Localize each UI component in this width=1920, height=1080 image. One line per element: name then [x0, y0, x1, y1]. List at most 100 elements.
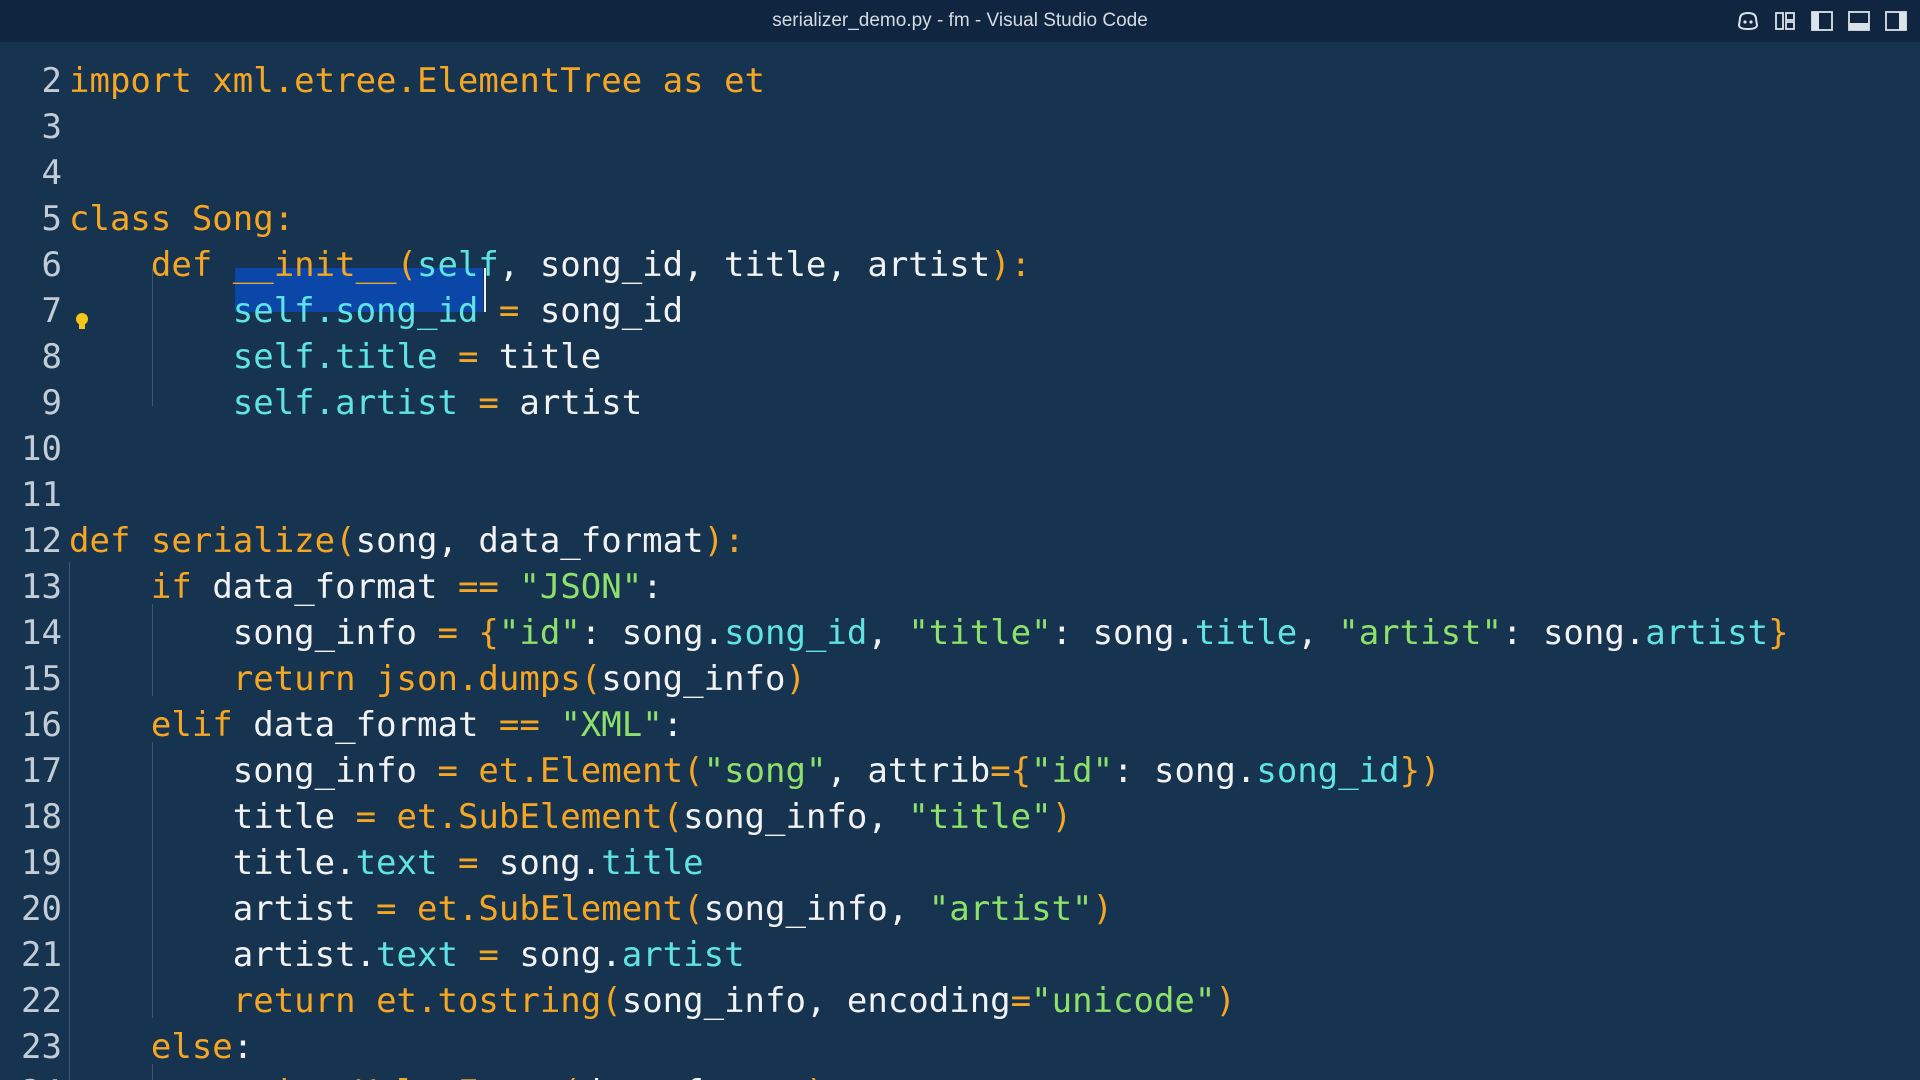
code-token: song_info	[601, 659, 786, 699]
code-token: text	[355, 843, 438, 883]
line-code: return json.dumps(song_info)	[69, 656, 806, 702]
code-line[interactable]: 10	[0, 426, 1900, 472]
code-line[interactable]: 19 title.text = song.title	[0, 840, 1900, 886]
line-code: self.artist = artist	[69, 380, 642, 426]
line-number: 6	[41, 245, 62, 285]
code-line[interactable]: 3	[0, 104, 1900, 150]
line-code: song_info = et.Element("song", attrib={"…	[69, 748, 1441, 794]
code-token: )	[1092, 889, 1114, 929]
code-token: title	[1194, 613, 1298, 653]
code-token: =	[478, 291, 540, 331]
copilot-icon[interactable]	[1736, 10, 1760, 32]
code-token: "id"	[498, 613, 581, 653]
code-token: (	[601, 981, 622, 1021]
code-token: if	[150, 567, 213, 607]
customize-layout-icon[interactable]	[1773, 10, 1797, 32]
line-code: artist = et.SubElement(song_info, "artis…	[69, 886, 1113, 932]
line-number: 23	[21, 1027, 62, 1067]
code-line[interactable]: 20 artist = et.SubElement(song_info, "ar…	[0, 886, 1900, 932]
code-token: et.tostring	[376, 981, 602, 1021]
line-code: import xml.etree.ElementTree as et	[69, 58, 765, 104]
toggle-primary-sidebar-icon[interactable]	[1810, 10, 1834, 32]
code-token: =	[437, 337, 499, 377]
code-token: song_id	[1256, 751, 1400, 791]
code-line[interactable]: 21 artist.text = song.artist	[0, 932, 1900, 978]
line-number: 8	[41, 337, 62, 377]
code-line[interactable]: 23 else:	[0, 1024, 1900, 1070]
code-line[interactable]: 17 song_info = et.Element("song", attrib…	[0, 748, 1900, 794]
code-token: return	[232, 659, 377, 699]
code-token: "title"	[908, 613, 1052, 653]
code-token: song_id	[539, 291, 684, 331]
code-line[interactable]: 12 def serialize(song, data_format):	[0, 518, 1900, 564]
code-token: et.Element	[478, 751, 684, 791]
line-code: raise ValueError(data_format)	[69, 1070, 827, 1080]
code-token: song, data_format	[355, 521, 704, 561]
code-line[interactable]: 24 raise ValueError(data_format)	[0, 1070, 1900, 1080]
code-token: "unicode"	[1031, 981, 1216, 1021]
code-token: title	[69, 797, 356, 837]
code-token: (	[335, 521, 356, 561]
code-token: ):	[990, 245, 1032, 285]
code-token: })	[1399, 751, 1441, 791]
code-line[interactable]: 2 import xml.etree.ElementTree as et	[0, 58, 1900, 104]
code-token: song_info,	[703, 889, 929, 929]
code-token: song.	[519, 935, 622, 975]
code-line[interactable]: 8 self.title = title	[0, 334, 1900, 380]
code-line[interactable]: 14 song_info = {"id": song.song_id, "tit…	[0, 610, 1900, 656]
code-token: json.dumps	[376, 659, 581, 699]
code-token: song_info,	[683, 797, 909, 837]
code-editor[interactable]: 2 import xml.etree.ElementTree as et 3 4 5 cl…	[0, 42, 1920, 1080]
line-number: 12	[21, 521, 62, 561]
code-token: ,	[867, 613, 909, 653]
code-token: title.	[69, 843, 356, 883]
code-token: text	[376, 935, 458, 975]
code-token: :	[642, 567, 663, 607]
code-line[interactable]: 5 class Song:	[0, 196, 1900, 242]
code-token: elif	[150, 705, 254, 745]
code-token: self.song_id	[232, 291, 479, 331]
code-line[interactable]: 11	[0, 472, 1900, 518]
line-number: 5	[41, 199, 62, 239]
code-line[interactable]: 7 self.song_id = song_id	[0, 288, 1900, 334]
code-token: , song_id, title, artist	[498, 245, 991, 285]
code-token: : song.	[580, 613, 725, 653]
code-line[interactable]: 22 return et.tostring(song_info, encodin…	[0, 978, 1900, 1024]
toggle-panel-icon[interactable]	[1847, 10, 1871, 32]
code-line[interactable]: 6 def __init__(self, song_id, title, art…	[0, 242, 1900, 288]
code-token: =	[457, 383, 520, 423]
code-token: =	[457, 935, 520, 975]
code-token: =	[437, 843, 499, 883]
code-token: else	[150, 1027, 233, 1067]
line-number: 9	[41, 383, 62, 423]
code-line[interactable]: 15 return json.dumps(song_info)	[0, 656, 1900, 702]
code-line[interactable]: 9 self.artist = artist	[0, 380, 1900, 426]
line-code: song_info = {"id": song.song_id, "title"…	[69, 610, 1789, 656]
code-token: ValueError	[356, 1073, 561, 1080]
code-line[interactable]: 13 if data_format == "JSON":	[0, 564, 1900, 610]
code-token: title	[498, 337, 602, 377]
code-line[interactable]: 16 elif data_format == "XML":	[0, 702, 1900, 748]
code-token: as	[642, 61, 725, 101]
code-token: =	[437, 751, 479, 791]
line-number: 22	[21, 981, 62, 1021]
code-line[interactable]: 4	[0, 150, 1900, 196]
code-token: (	[580, 659, 602, 699]
code-token: def __init__(	[150, 245, 417, 285]
line-code: title = et.SubElement(song_info, "title"…	[69, 794, 1072, 840]
code-token: data_format	[581, 1073, 806, 1080]
code-token: ==	[457, 567, 520, 607]
code-token: raise	[233, 1073, 356, 1080]
line-number: 17	[21, 751, 62, 791]
toggle-secondary-sidebar-icon[interactable]	[1884, 10, 1908, 32]
code-token: et.SubElement	[396, 797, 663, 837]
code-line[interactable]: 18 title = et.SubElement(song_info, "tit…	[0, 794, 1900, 840]
code-token: : song.	[1502, 613, 1646, 653]
code-token: xml.etree.ElementTree	[212, 61, 643, 101]
line-number: 24	[0, 1070, 62, 1080]
code-token: :	[232, 1027, 254, 1067]
